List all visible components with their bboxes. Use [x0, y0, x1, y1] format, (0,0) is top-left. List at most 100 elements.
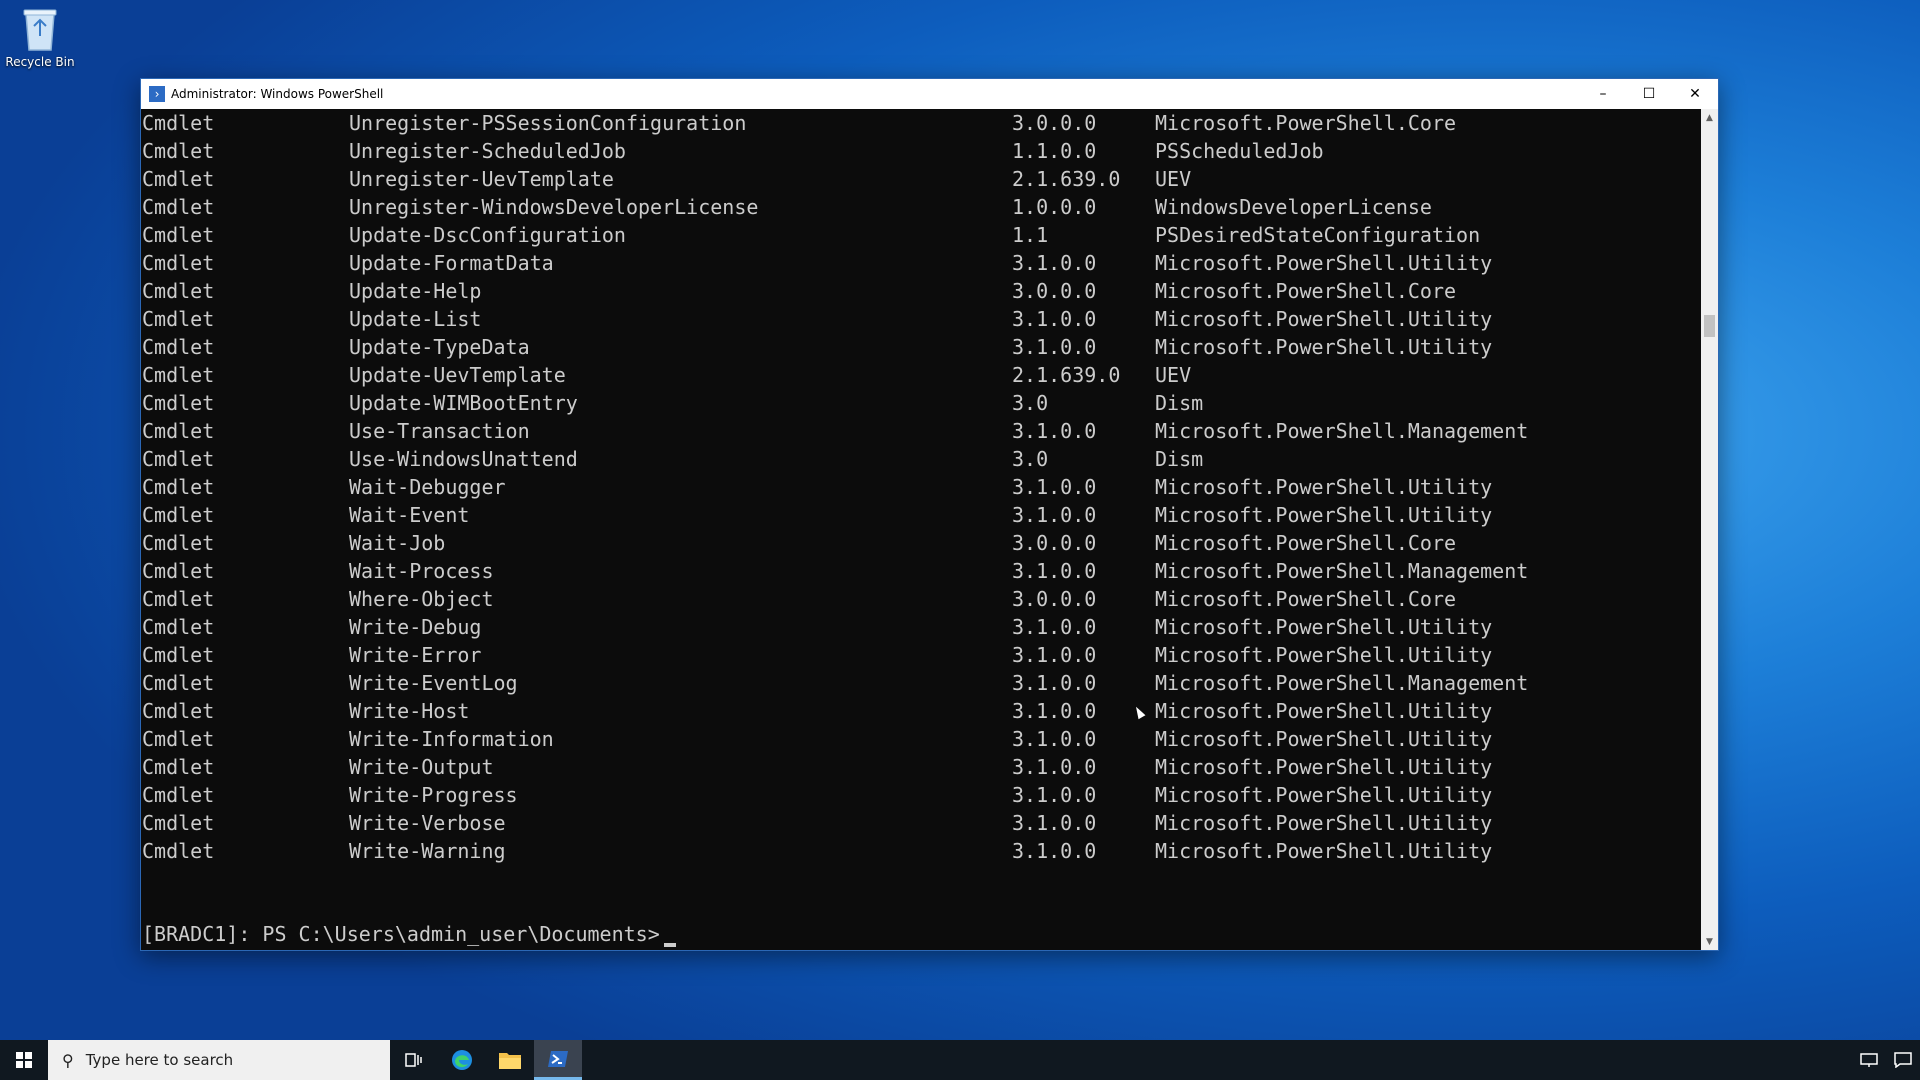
- folder-icon: [499, 1053, 521, 1069]
- command-version: 1.1: [1012, 223, 1049, 247]
- console-output[interactable]: Cmdlet Unregister-PSSessionConfiguration 3…: [141, 109, 1701, 950]
- command-name: Write-Debug: [349, 615, 482, 639]
- command-row: Cmdlet Update-Help 3.0.0.0 Microsoft.PowerS…: [141, 277, 1701, 305]
- command-name: Write-Error: [349, 643, 482, 667]
- powershell-window[interactable]: › Administrator: Windows PowerShell – ☐ …: [140, 78, 1719, 951]
- command-source: Microsoft.PowerShell.Core: [1155, 111, 1457, 135]
- network-tray-button[interactable]: [1852, 1040, 1886, 1080]
- command-name: Update-List: [349, 307, 482, 331]
- command-version: 2.1.639.0: [1012, 167, 1121, 191]
- command-row: Cmdlet Use-Transaction 3.1.0.0 Microsoft.Po…: [141, 417, 1701, 445]
- command-version: 1.1.0.0: [1012, 139, 1097, 163]
- command-name: Use-Transaction: [349, 419, 530, 443]
- command-version: 3.1.0.0: [1012, 811, 1097, 835]
- start-button[interactable]: [0, 1040, 48, 1080]
- command-version: 3.1.0.0: [1012, 615, 1097, 639]
- file-explorer-button[interactable]: [486, 1040, 534, 1080]
- command-name: Write-Information: [349, 727, 554, 751]
- command-row: Cmdlet Use-WindowsUnattend 3.0 Dism: [141, 445, 1701, 473]
- action-center-button[interactable]: [1886, 1040, 1920, 1080]
- command-version: 3.0: [1012, 391, 1049, 415]
- command-name: Unregister-WindowsDeveloperLicense: [349, 195, 759, 219]
- taskbar-search-box[interactable]: ⚲ Type here to search: [48, 1040, 390, 1080]
- command-version: 3.0.0.0: [1012, 587, 1097, 611]
- command-source: Microsoft.PowerShell.Utility: [1155, 727, 1493, 751]
- command-type: Cmdlet: [142, 531, 215, 555]
- command-name: Where-Object: [349, 587, 494, 611]
- command-name: Unregister-ScheduledJob: [349, 139, 626, 163]
- command-name: Update-Help: [349, 279, 482, 303]
- command-source: WindowsDeveloperLicense: [1155, 195, 1432, 219]
- command-row: Cmdlet Write-Progress 3.1.0.0 Microsoft.Pow…: [141, 781, 1701, 809]
- command-row: Cmdlet Write-Verbose 3.1.0.0 Microsoft.Powe…: [141, 809, 1701, 837]
- command-source: Microsoft.PowerShell.Core: [1155, 587, 1457, 611]
- command-type: Cmdlet: [142, 839, 215, 863]
- command-type: Cmdlet: [142, 223, 215, 247]
- command-type: Cmdlet: [142, 783, 215, 807]
- command-version: 3.0.0.0: [1012, 531, 1097, 555]
- command-version: 3.1.0.0: [1012, 783, 1097, 807]
- close-button[interactable]: ✕: [1672, 79, 1718, 109]
- close-icon: ✕: [1689, 86, 1701, 102]
- command-name: Unregister-PSSessionConfiguration: [349, 111, 747, 135]
- command-name: Update-DscConfiguration: [349, 223, 626, 247]
- command-row: Cmdlet Wait-Event 3.1.0.0 Microsoft.PowerSh…: [141, 501, 1701, 529]
- command-type: Cmdlet: [142, 559, 215, 583]
- command-source: Dism: [1155, 447, 1204, 471]
- command-name: Update-FormatData: [349, 251, 554, 275]
- window-title: Administrator: Windows PowerShell: [171, 87, 384, 101]
- command-type: Cmdlet: [142, 335, 215, 359]
- command-version: 3.1.0.0: [1012, 503, 1097, 527]
- command-row: Cmdlet Update-UevTemplate 2.1.639.0 UEV: [141, 361, 1701, 389]
- command-source: Microsoft.PowerShell.Utility: [1155, 251, 1493, 275]
- title-bar[interactable]: › Administrator: Windows PowerShell – ☐ …: [141, 79, 1718, 109]
- command-source: Microsoft.PowerShell.Core: [1155, 531, 1457, 555]
- scroll-thumb[interactable]: [1704, 315, 1715, 337]
- command-type: Cmdlet: [142, 811, 215, 835]
- command-source: Microsoft.PowerShell.Core: [1155, 279, 1457, 303]
- system-tray: [1852, 1040, 1920, 1080]
- command-type: Cmdlet: [142, 699, 215, 723]
- prompt-text: [BRADC1]: PS C:\Users\admin_user\Documen…: [142, 922, 660, 946]
- recycle-bin-shortcut[interactable]: Recycle Bin: [4, 6, 76, 69]
- command-row: Cmdlet Unregister-WindowsDeveloperLicense…: [141, 193, 1701, 221]
- scroll-down-button[interactable]: ▼: [1701, 933, 1718, 950]
- command-source: Microsoft.PowerShell.Utility: [1155, 699, 1493, 723]
- command-type: Cmdlet: [142, 615, 215, 639]
- command-version: 3.1.0.0: [1012, 671, 1097, 695]
- command-row: Cmdlet Wait-Process 3.1.0.0 Microsoft.Power…: [141, 557, 1701, 585]
- command-prompt[interactable]: [BRADC1]: PS C:\Users\admin_user\Documen…: [142, 920, 676, 948]
- command-type: Cmdlet: [142, 419, 215, 443]
- command-version: 3.1.0.0: [1012, 307, 1097, 331]
- task-view-button[interactable]: [390, 1040, 438, 1080]
- vertical-scrollbar[interactable]: ▲ ▼: [1701, 109, 1718, 950]
- command-name: Write-Verbose: [349, 811, 506, 835]
- edge-icon: [452, 1050, 472, 1070]
- edge-button[interactable]: [438, 1040, 486, 1080]
- command-name: Update-UevTemplate: [349, 363, 566, 387]
- command-source: Microsoft.PowerShell.Utility: [1155, 839, 1493, 863]
- command-source: Microsoft.PowerShell.Utility: [1155, 783, 1493, 807]
- command-type: Cmdlet: [142, 643, 215, 667]
- scroll-up-button[interactable]: ▲: [1701, 109, 1718, 126]
- command-type: Cmdlet: [142, 111, 215, 135]
- command-source: Microsoft.PowerShell.Utility: [1155, 335, 1493, 359]
- maximize-button[interactable]: ☐: [1626, 79, 1672, 109]
- minimize-button[interactable]: –: [1580, 79, 1626, 109]
- command-type: Cmdlet: [142, 307, 215, 331]
- command-type: Cmdlet: [142, 363, 215, 387]
- command-version: 3.1.0.0: [1012, 699, 1097, 723]
- recycle-bin-icon: [23, 9, 57, 51]
- powershell-taskbar-button[interactable]: [534, 1040, 582, 1080]
- command-source: Microsoft.PowerShell.Utility: [1155, 755, 1493, 779]
- command-row: Cmdlet Update-DscConfiguration 1.1 PSDesire…: [141, 221, 1701, 249]
- command-version: 2.1.639.0: [1012, 363, 1121, 387]
- command-type: Cmdlet: [142, 755, 215, 779]
- command-row: Cmdlet Update-FormatData 3.1.0.0 Microsoft.…: [141, 249, 1701, 277]
- command-source: Microsoft.PowerShell.Management: [1155, 419, 1529, 443]
- command-version: 1.0.0.0: [1012, 195, 1097, 219]
- minimize-icon: –: [1599, 86, 1607, 102]
- command-version: 3.1.0.0: [1012, 251, 1097, 275]
- command-source: UEV: [1155, 167, 1192, 191]
- command-type: Cmdlet: [142, 279, 215, 303]
